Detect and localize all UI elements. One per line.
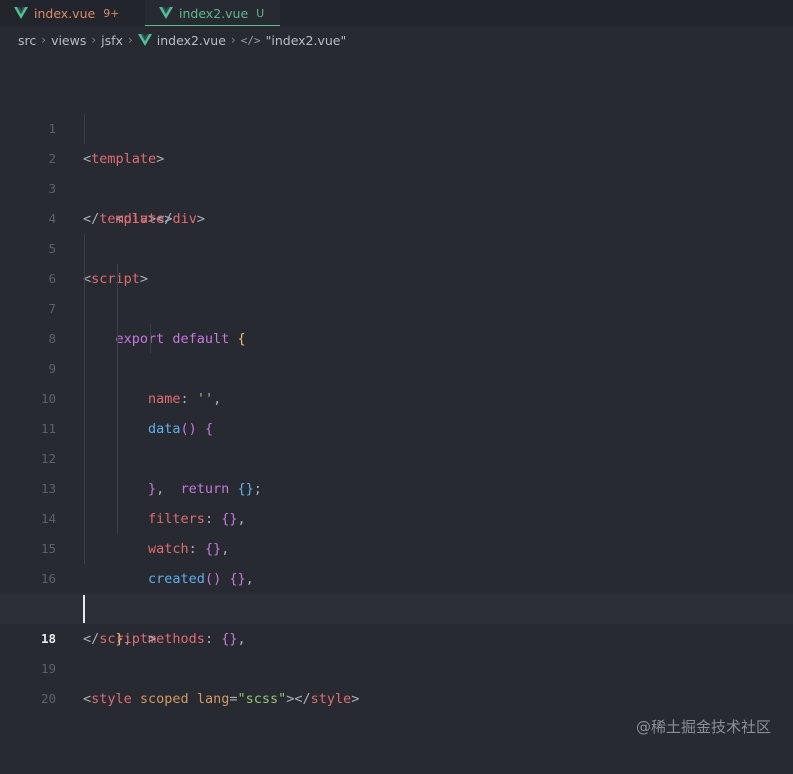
indent-guide bbox=[84, 414, 85, 444]
indent-guide bbox=[117, 294, 118, 324]
code-line[interactable]: 17 </script> bbox=[0, 564, 793, 647]
line-number: 20 bbox=[40, 691, 56, 706]
chevron-right-icon: › bbox=[41, 33, 47, 47]
code-line[interactable]: 14 mounted: function () {}, bbox=[0, 474, 793, 617]
tab-index2-vue[interactable]: index2.vue U bbox=[145, 0, 280, 26]
breadcrumb-item-jsfx[interactable]: jsfx bbox=[101, 33, 123, 48]
code-line[interactable]: 10 }, bbox=[0, 354, 793, 497]
tab-label: index.vue bbox=[34, 5, 96, 21]
indent-guide bbox=[84, 294, 85, 324]
code-line[interactable]: 20 bbox=[0, 654, 793, 706]
code-text: <style scoped lang="scss"></style> bbox=[83, 691, 360, 707]
indent-guide bbox=[117, 414, 118, 444]
code-line[interactable]: 16 }; bbox=[0, 534, 793, 647]
indent-guide bbox=[117, 444, 118, 474]
code-line[interactable]: 12 watch: {}, bbox=[0, 414, 793, 557]
indent-guide bbox=[117, 504, 118, 534]
code-editor[interactable]: 1 <template> 2 <div></div> 3 </template>… bbox=[0, 84, 793, 707]
vue-icon bbox=[14, 7, 28, 19]
code-line[interactable]: 4 bbox=[0, 174, 793, 226]
indent-guide bbox=[84, 444, 85, 474]
chevron-right-icon: › bbox=[91, 33, 97, 47]
indent-guide bbox=[84, 474, 85, 504]
indent-guide bbox=[84, 114, 85, 144]
indent-guide bbox=[84, 234, 85, 264]
code-line[interactable]: 2 <div></div> bbox=[0, 114, 793, 227]
code-line[interactable]: 5 <script> bbox=[0, 204, 793, 287]
tab-bar: index.vue 9+ index2.vue U bbox=[0, 0, 793, 26]
tab-index-vue[interactable]: index.vue 9+ bbox=[0, 0, 145, 26]
vue-icon bbox=[159, 7, 173, 19]
code-line[interactable]: 13 created() {}, bbox=[0, 444, 793, 587]
current-code-line[interactable]: 18 bbox=[0, 594, 793, 646]
code-line[interactable]: 8 data() { bbox=[0, 294, 793, 437]
breadcrumb-item-src[interactable]: src bbox=[18, 33, 36, 48]
breadcrumb-item-symbol[interactable]: "index2.vue" bbox=[266, 33, 347, 48]
indent-guide bbox=[150, 324, 151, 354]
indent-guide bbox=[117, 354, 118, 384]
breadcrumb-item-views[interactable]: views bbox=[51, 33, 86, 48]
chevron-right-icon: › bbox=[230, 33, 236, 47]
code-line[interactable]: 11 filters: {}, bbox=[0, 384, 793, 527]
chevron-right-icon: › bbox=[127, 33, 133, 47]
indent-guide bbox=[84, 264, 85, 294]
breadcrumb: src › views › jsfx › index2.vue › </> "i… bbox=[0, 26, 793, 54]
breadcrumb-item-file[interactable]: index2.vue bbox=[157, 33, 226, 48]
code-line[interactable]: 9 return {}; bbox=[0, 324, 793, 497]
indent-guide bbox=[84, 504, 85, 534]
indent-guide bbox=[117, 474, 118, 504]
tab-label: index2.vue bbox=[179, 5, 249, 21]
indent-guide bbox=[117, 264, 118, 294]
indent-guide bbox=[84, 534, 85, 564]
code-line[interactable]: 7 name: '', bbox=[0, 264, 793, 407]
untracked-badge: U bbox=[256, 6, 265, 20]
vue-icon bbox=[137, 34, 152, 46]
watermark: @稀土掘金技术社区 bbox=[635, 718, 771, 736]
indent-guide bbox=[84, 354, 85, 384]
indent-guide bbox=[84, 324, 85, 354]
code-tag-icon: </> bbox=[240, 33, 261, 47]
indent-guide bbox=[117, 324, 118, 354]
indent-guide bbox=[117, 384, 118, 414]
problem-count-badge: 9+ bbox=[103, 6, 120, 20]
indent-guide bbox=[84, 384, 85, 414]
code-line[interactable]: 1 <template> bbox=[0, 84, 793, 167]
code-line[interactable]: 3 </template> bbox=[0, 144, 793, 227]
text-cursor bbox=[83, 595, 85, 623]
code-line[interactable]: 6 export default { bbox=[0, 234, 793, 347]
code-line[interactable]: 19 <style scoped lang="scss"></style> bbox=[0, 624, 793, 707]
code-line[interactable]: 15 methods: {}, bbox=[0, 504, 793, 647]
